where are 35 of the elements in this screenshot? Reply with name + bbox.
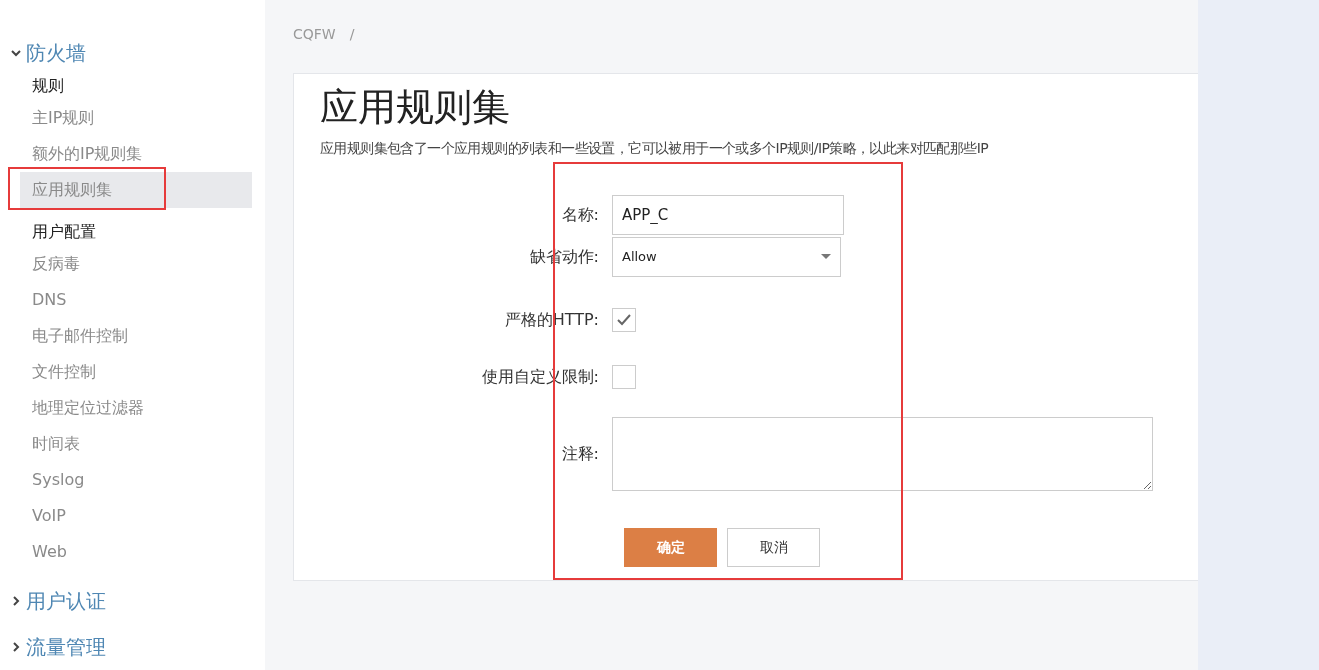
page-description: 应用规则集包含了一个应用规则的列表和一些设置，它可以被用于一个或多个IP规则/IP策略，以此来对匹配那些IP [320, 139, 990, 158]
checkbox[interactable] [612, 365, 636, 389]
breadcrumb-separator: / [349, 24, 355, 44]
action-select[interactable]: Allow [612, 237, 841, 277]
sidebar-item[interactable]: Web [20, 534, 252, 570]
sidebar-group[interactable]: 流量管理 [0, 632, 106, 662]
caret-icon [821, 254, 831, 260]
sidebar-item[interactable]: 电子邮件控制 [20, 318, 252, 354]
sidebar-heading: 规则 [31, 75, 65, 97]
sidebar-item[interactable]: Syslog [20, 462, 252, 498]
comment-textarea[interactable] [612, 417, 1153, 491]
check-icon [617, 314, 631, 326]
confirm-button[interactable]: 确定 [624, 528, 717, 567]
sidebar-item[interactable]: 主IP规则 [20, 100, 252, 136]
breadcrumb-link[interactable]: CQFW [293, 23, 336, 45]
chevron-icon [10, 641, 22, 653]
checkbox[interactable] [612, 308, 636, 332]
sidebar-item[interactable]: 额外的IP规则集 [20, 136, 252, 172]
sidebar-item[interactable]: 文件控制 [20, 354, 252, 390]
sidebar-item[interactable]: 时间表 [20, 426, 252, 462]
sidebar-group[interactable]: 防火墙 [0, 38, 86, 68]
name-input[interactable]: APP_C [612, 195, 844, 235]
page-title: 应用规则集 [320, 84, 511, 130]
sidebar-item[interactable]: DNS [20, 282, 252, 318]
sidebar-group[interactable]: 用户认证 [0, 586, 106, 616]
cancel-button[interactable]: 取消 [727, 528, 820, 567]
field-label: 注释: [561, 443, 599, 465]
sidebar-item[interactable]: VoIP [20, 498, 252, 534]
sidebar-item[interactable]: 应用规则集 [20, 172, 252, 208]
chevron-icon [10, 47, 22, 59]
field-label: 名称: [561, 204, 599, 226]
sidebar-item[interactable]: 地理定位过滤器 [20, 390, 252, 426]
sidebar-heading: 用户配置 [31, 221, 97, 243]
sidebar-item[interactable]: 反病毒 [20, 246, 252, 282]
chevron-icon [10, 595, 22, 607]
